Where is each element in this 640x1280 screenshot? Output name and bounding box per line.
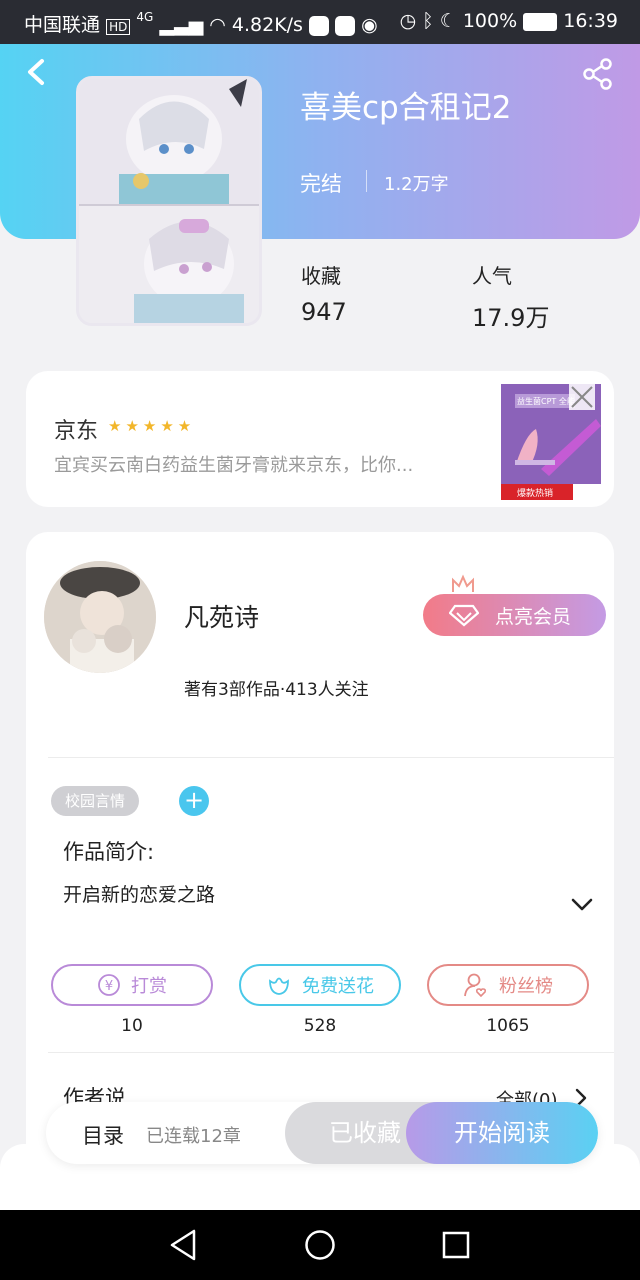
author-name[interactable]: 凡苑诗 — [184, 598, 259, 634]
start-reading-button[interactable]: 开始阅读 — [406, 1102, 598, 1164]
bluetooth-icon: ᛒ — [422, 10, 434, 32]
share-icon[interactable] — [582, 58, 614, 90]
vip-button-label: 点亮会员 — [495, 605, 572, 628]
ad-product-badge: 爆款热销 — [517, 489, 554, 499]
chapter-count: 已连载12章 — [146, 1126, 241, 1147]
fan-ranking-button[interactable]: 粉丝榜 — [427, 964, 589, 1006]
book-title: 喜美cp合租记2 — [300, 90, 512, 126]
network-label: 4G — [136, 10, 154, 24]
ad-product-label: 益生菌CPT 全能 — [517, 397, 575, 406]
free-flower-label: 免费送花 — [302, 976, 374, 997]
chevron-down-icon[interactable] — [570, 896, 594, 914]
home-nav-icon[interactable] — [304, 1229, 336, 1261]
user-heart-icon — [464, 973, 487, 998]
favorites-value: 947 — [301, 298, 347, 326]
free-flower-button[interactable]: 免费送花 — [239, 964, 401, 1006]
divider — [48, 1052, 614, 1053]
carrier-label: 中国联通 — [24, 14, 101, 36]
reward-label: 打赏 — [131, 976, 167, 997]
ad-text: 宜宾买云南白药益生菌牙膏就来京东，比你... — [54, 455, 414, 476]
wifi-icon: ◠ — [209, 14, 226, 36]
reward-button[interactable]: ¥ 打赏 — [51, 964, 213, 1006]
signal-icon: ▂▃▅ — [159, 14, 204, 36]
status-left: 中国联通 HD 4G ▂▃▅ ◠ 4.82K/s ◉ — [24, 10, 378, 37]
author-stats: 著有3部作品·413人关注 — [184, 680, 369, 700]
time-label: 16:39 — [563, 10, 618, 32]
status-right: ◷ ᛒ ☾ 100% 16:39 — [400, 10, 618, 32]
fan-count: 1065 — [486, 1016, 530, 1036]
flower-count: 528 — [303, 1016, 337, 1036]
ad-card[interactable]: 京东 ★★★★★ 宜宾买云南白药益生菌牙膏就来京东，比你... 爆款热销 益生菌… — [26, 371, 614, 507]
back-icon[interactable] — [24, 58, 48, 86]
bottom-action-bar: 目录 已连载12章 已收藏 开始阅读 — [46, 1102, 598, 1164]
rating-stars: ★★★★★ — [108, 417, 196, 435]
alarm-icon: ◷ — [399, 10, 417, 32]
avatar[interactable] — [44, 561, 156, 673]
add-tag-button[interactable]: + — [179, 786, 209, 816]
vip-button[interactable]: 点亮会员 — [423, 594, 606, 636]
catalog-button[interactable]: 目录 — [82, 1120, 124, 1150]
favorites-label: 收藏 — [301, 264, 341, 288]
diamond-icon — [449, 604, 479, 627]
book-status: 完结 — [300, 172, 342, 196]
app-notification-icon — [309, 15, 330, 36]
popularity-value: 17.9万 — [472, 304, 550, 332]
reward-count: 10 — [121, 1016, 143, 1036]
system-nav-bar — [0, 1210, 640, 1280]
moon-icon: ☾ — [439, 10, 457, 32]
book-cover[interactable] — [76, 76, 262, 326]
popularity-label: 人气 — [472, 264, 512, 288]
cover-illustration — [79, 79, 259, 323]
ad-brand: 京东 — [54, 419, 99, 444]
wechat-icon: ◉ — [361, 14, 378, 36]
avatar-illustration — [44, 561, 156, 673]
intro-heading: 作品简介: — [63, 840, 155, 864]
close-icon[interactable] — [569, 384, 595, 410]
divider — [48, 757, 614, 758]
back-nav-icon[interactable] — [168, 1228, 198, 1262]
app-notification-icon — [335, 15, 356, 36]
word-count: 1.2万字 — [384, 174, 449, 195]
hd-icon: HD — [106, 19, 131, 35]
divider — [366, 170, 367, 192]
fan-ranking-label: 粉丝榜 — [499, 976, 553, 997]
battery-label: 100% — [462, 10, 518, 32]
status-bar: 中国联通 HD 4G ▂▃▅ ◠ 4.82K/s ◉ ◷ ᛒ ☾ 100% 16… — [0, 0, 640, 44]
flower-icon — [269, 977, 289, 995]
crown-icon — [452, 574, 474, 592]
yen-icon: ¥ — [98, 974, 120, 996]
svg-text:¥: ¥ — [105, 979, 113, 994]
intro-text: 开启新的恋爱之路 — [63, 884, 216, 906]
recents-nav-icon[interactable] — [441, 1230, 471, 1260]
speed-label: 4.82K/s — [231, 14, 303, 36]
tag-chip[interactable]: 校园言情 — [51, 786, 140, 816]
battery-icon — [523, 12, 558, 31]
